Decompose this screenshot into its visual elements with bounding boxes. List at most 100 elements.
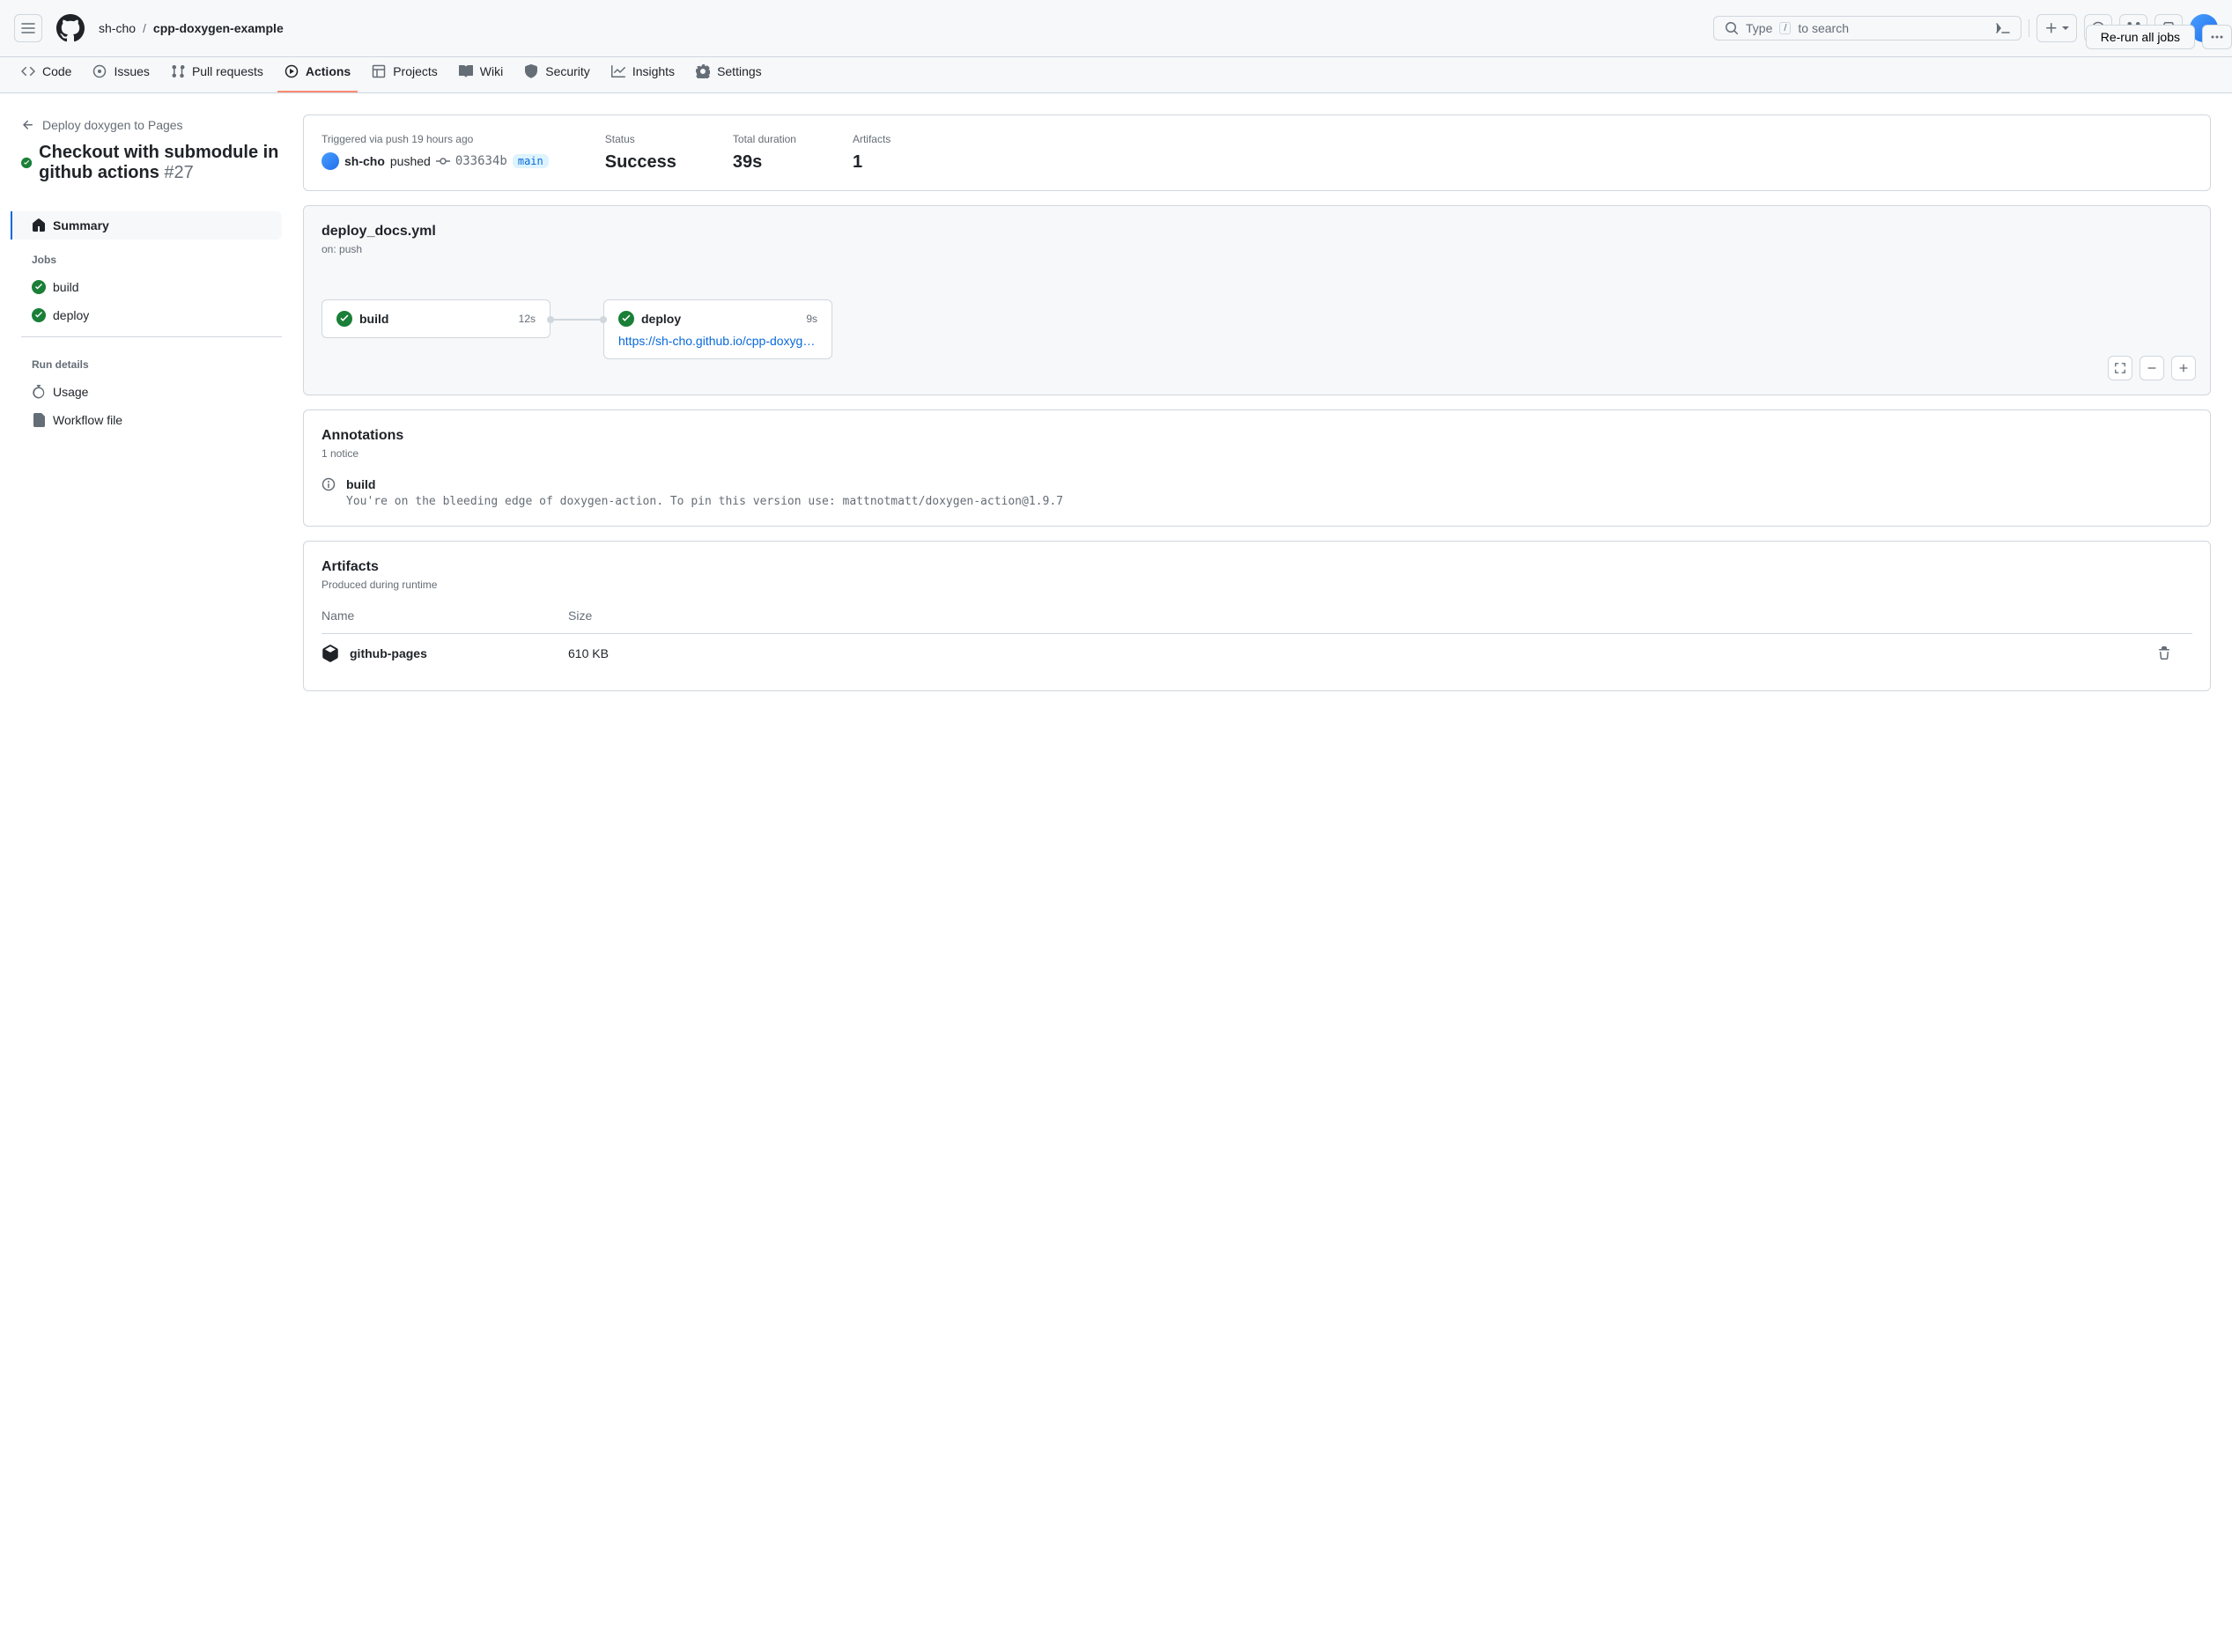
nav-wiki[interactable]: Wiki (452, 57, 510, 92)
deploy-url[interactable]: https://sh-cho.github.io/cpp-doxygen-e… (618, 334, 817, 348)
annotations-subtitle: 1 notice (321, 447, 2192, 460)
actor-name[interactable]: sh-cho (344, 154, 385, 168)
package-icon (321, 645, 339, 662)
job-name: deploy (641, 312, 799, 326)
artifact-size: 610 KB (568, 646, 2157, 660)
duration-label: Total duration (733, 133, 796, 145)
search-suffix: to search (1798, 21, 1849, 35)
pull-request-icon (171, 64, 185, 78)
job-duration: 9s (806, 313, 817, 325)
col-size-header: Size (568, 608, 2157, 623)
annotations-title: Annotations (321, 428, 2192, 444)
global-header: sh-cho / cpp-doxygen-example Type / to s… (0, 0, 2232, 57)
check-circle-icon (618, 311, 634, 327)
hamburger-menu[interactable] (14, 14, 42, 42)
workflow-graph-card: deploy_docs.yml on: push build 12s deplo… (303, 205, 2211, 395)
table-icon (372, 64, 386, 78)
triggered-label: Triggered via push 19 hours ago (321, 133, 549, 145)
sidebar-workflow-file[interactable]: Workflow file (21, 406, 282, 434)
book-icon (459, 64, 473, 78)
col-name-header: Name (321, 608, 568, 623)
stopwatch-icon (32, 385, 46, 399)
sidebar-usage[interactable]: Usage (21, 378, 282, 406)
code-icon (21, 64, 35, 78)
arrow-left-icon (21, 118, 35, 132)
check-circle-icon (336, 311, 352, 327)
nav-security[interactable]: Security (517, 57, 597, 92)
check-circle-icon (32, 308, 46, 322)
search-placeholder: Type (1746, 21, 1772, 35)
plus-icon (2044, 21, 2058, 35)
nav-actions[interactable]: Actions (277, 57, 358, 92)
commit-icon (436, 154, 450, 168)
minus-icon (2146, 362, 2158, 374)
graph-icon (611, 64, 625, 78)
repo-nav: Code Issues Pull requests Actions Projec… (0, 57, 2232, 93)
divider (21, 336, 282, 337)
github-logo-icon[interactable] (56, 14, 85, 42)
hamburger-icon (21, 21, 35, 35)
run-details-label: Run details (21, 344, 282, 378)
info-icon (321, 477, 336, 491)
check-circle-icon (21, 154, 32, 172)
trash-icon[interactable] (2157, 646, 2171, 660)
owner-link[interactable]: sh-cho (99, 21, 136, 35)
fullscreen-icon (2114, 362, 2126, 374)
search-icon (1725, 21, 1739, 35)
artifacts-value: 1 (853, 152, 891, 173)
job-node-build[interactable]: build 12s (321, 299, 551, 338)
kebab-icon (2210, 30, 2224, 44)
artifacts-subtitle: Produced during runtime (321, 579, 2192, 591)
status-label: Status (605, 133, 676, 145)
more-options-button[interactable] (2202, 25, 2232, 49)
job-node-deploy[interactable]: deploy 9s https://sh-cho.github.io/cpp-d… (603, 299, 832, 359)
content-area: Re-run all jobs Triggered via push 19 ho… (303, 114, 2211, 705)
nav-insights[interactable]: Insights (604, 57, 682, 92)
sidebar-job-build[interactable]: build (21, 273, 282, 301)
workflow-name: Checkout with submodule in github action… (39, 143, 278, 182)
status-value: Success (605, 152, 676, 173)
sidebar-summary[interactable]: Summary (11, 211, 282, 240)
artifact-row: github-pages 610 KB (321, 633, 2192, 673)
workflow-file-name: deploy_docs.yml (321, 224, 2192, 240)
slash-key: / (1779, 22, 1791, 34)
nav-pulls[interactable]: Pull requests (164, 57, 270, 92)
command-palette-icon (1996, 21, 2010, 35)
breadcrumb-sep: / (139, 21, 150, 35)
shield-icon (524, 64, 538, 78)
duration-value: 39s (733, 152, 796, 173)
artifact-name[interactable]: github-pages (350, 646, 427, 660)
nav-code[interactable]: Code (14, 57, 78, 92)
breadcrumb: sh-cho / cpp-doxygen-example (99, 21, 284, 35)
actor-avatar[interactable] (321, 152, 339, 170)
artifacts-card: Artifacts Produced during runtime Name S… (303, 541, 2211, 691)
jobs-label: Jobs (21, 240, 282, 273)
create-button[interactable] (2036, 14, 2077, 42)
back-link[interactable]: Deploy doxygen to Pages (21, 114, 282, 136)
plus-icon (2177, 362, 2190, 374)
summary-card: Triggered via push 19 hours ago sh-cho p… (303, 114, 2211, 191)
check-circle-icon (32, 280, 46, 294)
sidebar-job-deploy[interactable]: deploy (21, 301, 282, 329)
workflow-number: #27 (164, 163, 193, 182)
commit-sha[interactable]: 033634b (455, 154, 507, 168)
artifacts-label: Artifacts (853, 133, 891, 145)
nav-issues[interactable]: Issues (85, 57, 156, 92)
annotations-card: Annotations 1 notice build You're on the… (303, 409, 2211, 527)
rerun-button[interactable]: Re-run all jobs (2086, 25, 2195, 49)
sidebar: Deploy doxygen to Pages Checkout with su… (21, 114, 282, 705)
nav-projects[interactable]: Projects (365, 57, 445, 92)
issue-icon (92, 64, 107, 78)
workflow-title: Checkout with submodule in github action… (21, 143, 282, 183)
nav-settings[interactable]: Settings (689, 57, 769, 92)
workflow-trigger: on: push (321, 243, 2192, 255)
zoom-out-button[interactable] (2140, 356, 2164, 380)
branch-tag[interactable]: main (513, 154, 549, 168)
connector (551, 319, 603, 321)
action-verb: pushed (390, 154, 431, 168)
play-icon (285, 64, 299, 78)
zoom-in-button[interactable] (2171, 356, 2196, 380)
search-input[interactable]: Type / to search (1713, 16, 2021, 41)
fullscreen-button[interactable] (2108, 356, 2132, 380)
repo-link[interactable]: cpp-doxygen-example (153, 21, 284, 35)
